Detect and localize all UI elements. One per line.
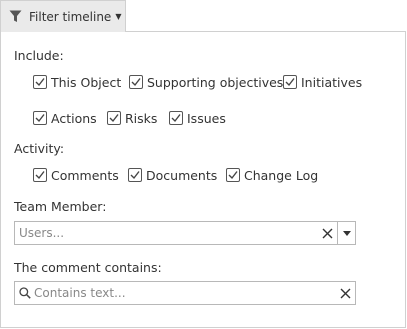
checkbox-comments[interactable]: Comments [33,167,119,183]
funnel-icon [9,10,22,23]
comment-search-field [14,281,356,305]
clear-icon[interactable] [317,222,337,244]
contains-text-input[interactable] [31,282,335,304]
checkbox-checked-icon [128,168,142,182]
checkbox-label: Issues [187,110,226,126]
checkbox-label: Documents [146,167,218,183]
checkbox-change-log[interactable]: Change Log [226,167,318,183]
checkbox-checked-icon [33,111,47,125]
filter-timeline-button[interactable]: Filter timeline ▼ [0,0,126,32]
checkbox-label: Actions [51,110,97,126]
team-member-label: Team Member: [14,199,107,214]
include-label: Include: [14,48,64,63]
search-icon [15,282,31,304]
checkbox-label: This Object [51,74,122,90]
checkbox-issues[interactable]: Issues [169,110,226,126]
checkbox-checked-icon [33,168,47,182]
checkbox-label: Supporting objectives [147,74,284,90]
checkbox-label: Comments [51,167,119,183]
comment-contains-label: The comment contains: [14,260,162,275]
clear-icon[interactable] [335,282,355,304]
checkbox-documents[interactable]: Documents [128,167,217,183]
filter-panel: Include: This Object Supporting objectiv… [0,31,406,328]
checkbox-label: Initiatives [301,74,363,90]
chevron-down-icon: ▼ [115,12,122,21]
checkbox-risks[interactable]: Risks [107,110,157,126]
activity-label: Activity: [14,141,65,156]
chevron-down-icon[interactable] [337,222,355,244]
checkbox-checked-icon [107,111,121,125]
checkbox-checked-icon [129,75,143,89]
checkbox-initiatives[interactable]: Initiatives [283,74,362,90]
checkbox-label: Risks [125,110,158,126]
team-member-select [14,221,356,245]
checkbox-checked-icon [169,111,183,125]
filter-timeline-label: Filter timeline [29,9,112,24]
checkbox-this-object[interactable]: This Object [33,74,121,90]
checkbox-checked-icon [33,75,47,89]
users-input[interactable] [15,222,317,244]
checkbox-actions[interactable]: Actions [33,110,97,126]
checkbox-label: Change Log [244,167,319,183]
checkbox-checked-icon [226,168,240,182]
checkbox-supporting-objectives[interactable]: Supporting objectives [129,74,283,90]
checkbox-checked-icon [283,75,297,89]
